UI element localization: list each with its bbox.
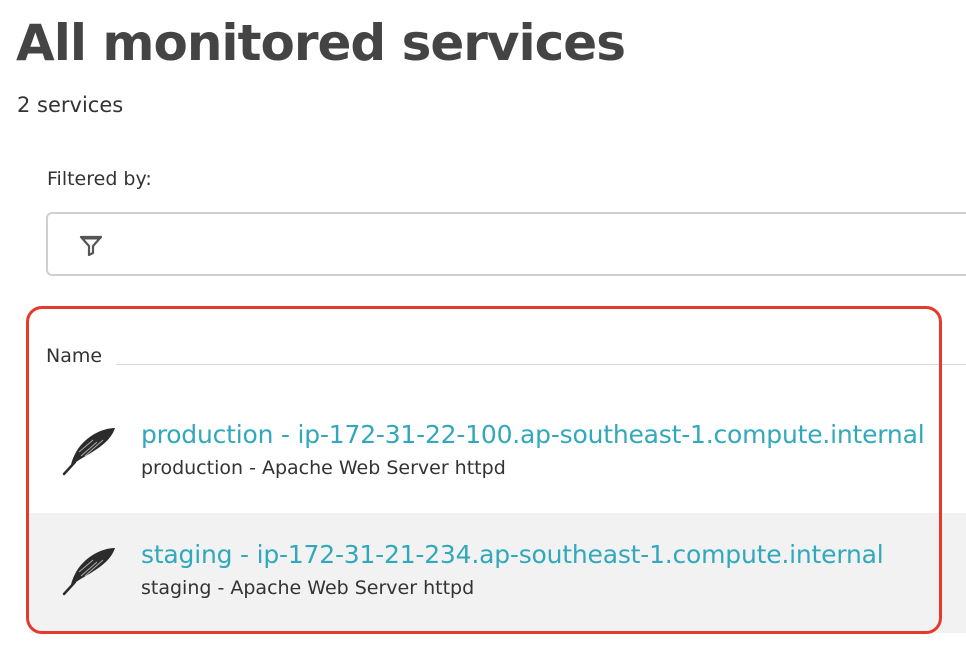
page-title: All monitored services	[16, 14, 626, 72]
filter-label: Filtered by:	[47, 168, 152, 190]
service-name-link[interactable]: production - ip-172-31-22-100.ap-southea…	[141, 418, 925, 452]
services-page: All monitored services 2 services Filter…	[0, 0, 966, 658]
table-row[interactable]: staging - ip-172-31-21-234.ap-southeast-…	[29, 513, 966, 633]
apache-feather-icon	[62, 428, 115, 476]
header-divider	[116, 364, 966, 365]
name-column-header[interactable]: Name	[46, 341, 102, 371]
service-name-link[interactable]: staging - ip-172-31-21-234.ap-southeast-…	[141, 538, 884, 572]
filter-bar[interactable]	[46, 212, 966, 276]
service-subtitle: production - Apache Web Server httpd	[141, 457, 506, 479]
service-count: 2 services	[17, 93, 124, 117]
service-subtitle: staging - Apache Web Server httpd	[141, 577, 475, 599]
table-row[interactable]: production - ip-172-31-22-100.ap-southea…	[29, 393, 966, 513]
filter-icon[interactable]	[78, 233, 104, 257]
apache-feather-icon	[62, 548, 115, 596]
